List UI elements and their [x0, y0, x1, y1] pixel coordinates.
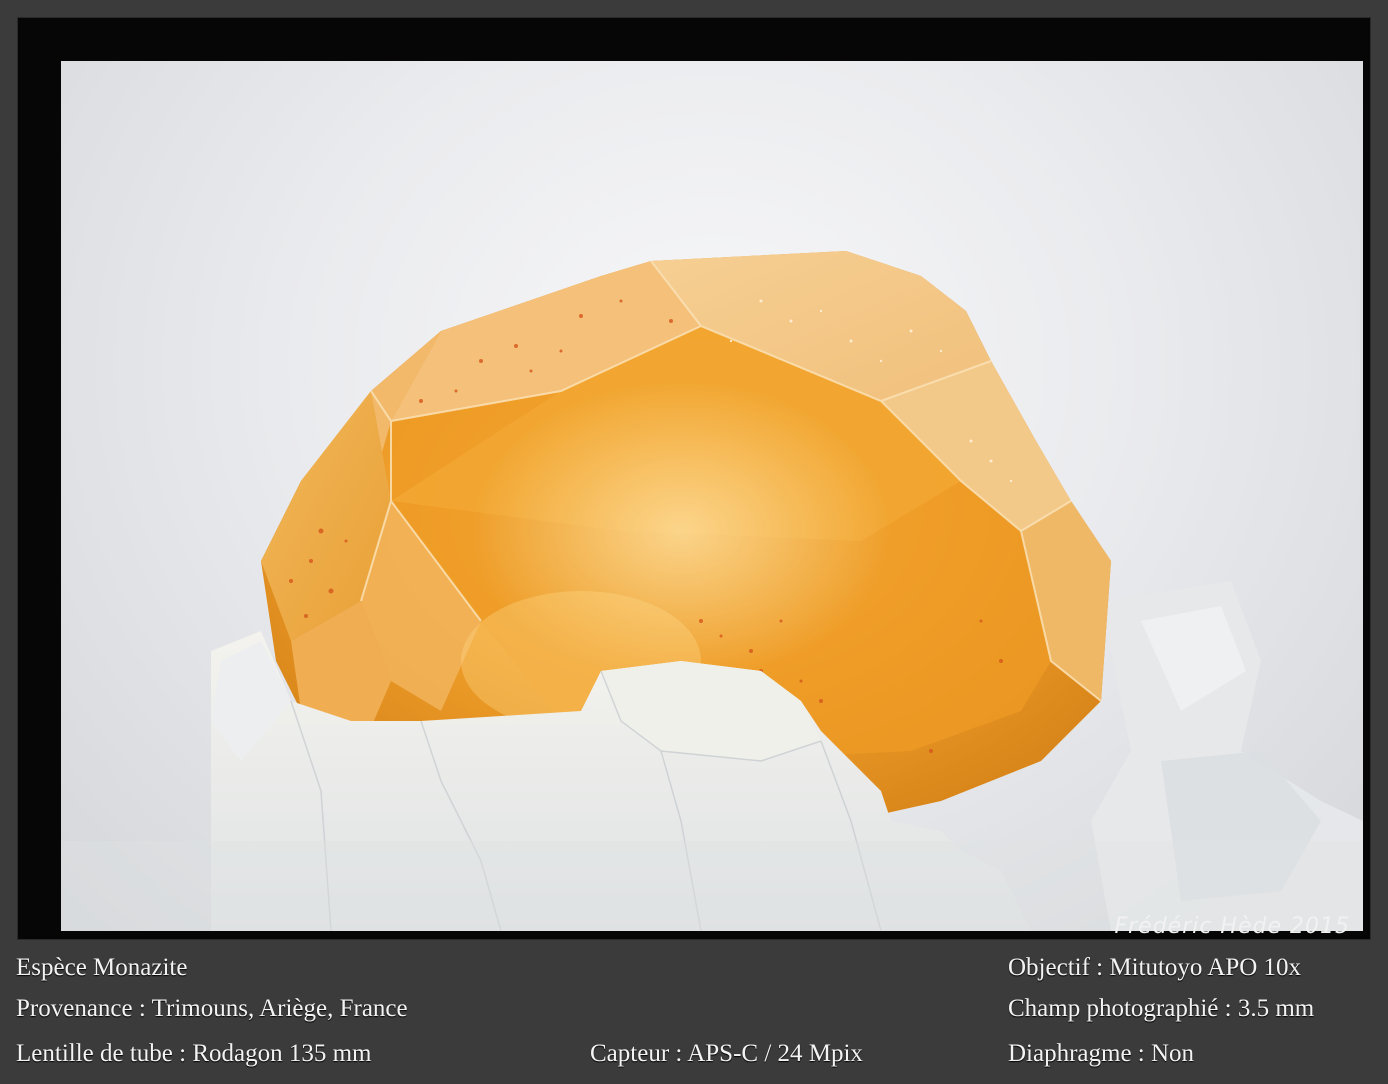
photo-frame	[17, 17, 1371, 940]
caption-capteur: Capteur : APS-C / 24 Mpix	[590, 1040, 863, 1067]
specimen-photo	[61, 61, 1363, 931]
caption-diaphragme: Diaphragme : Non	[1008, 1040, 1195, 1067]
caption-provenance: Provenance : Trimouns, Ariège, France	[16, 995, 408, 1022]
monazite-crystal-image	[61, 251, 1363, 931]
caption-espece: Espèce Monazite	[16, 954, 188, 981]
photographer-signature: Frédéric Hède 2015	[1114, 914, 1350, 939]
caption-champ: Champ photographié : 3.5 mm	[1008, 995, 1315, 1022]
caption-lentille: Lentille de tube : Rodagon 135 mm	[16, 1040, 372, 1067]
caption-objectif: Objectif : Mitutoyo APO 10x	[1008, 954, 1302, 981]
